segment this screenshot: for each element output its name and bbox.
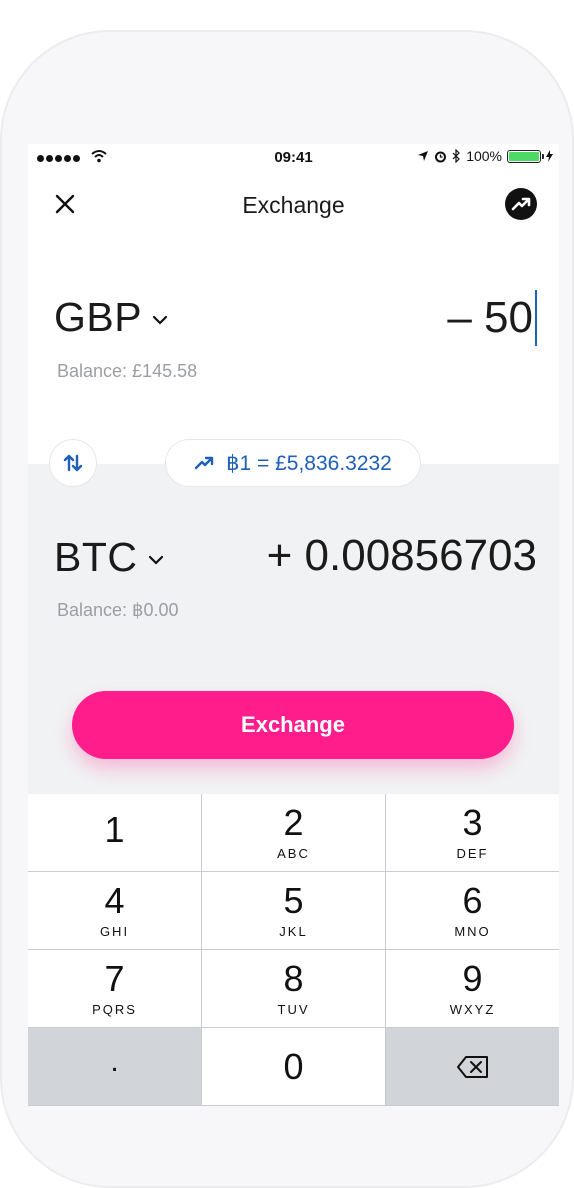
key-letters: JKL [279, 923, 308, 939]
status-bar: 09:41 100% [28, 144, 559, 172]
key-digit: 1 [104, 809, 125, 850]
key-digit: 5 [283, 879, 304, 921]
battery-icon [507, 149, 544, 163]
backspace-icon [456, 1055, 488, 1078]
key-digit: 8 [283, 957, 304, 999]
rate-pill[interactable]: ฿1 = £5,836.3232 [165, 439, 421, 487]
key-9[interactable]: 9 WXYZ [386, 950, 559, 1027]
key-letters: GHI [99, 923, 130, 939]
text-caret [535, 290, 537, 346]
key-7[interactable]: 7 PQRS [28, 950, 201, 1027]
key-letters: WXYZ [449, 1001, 496, 1017]
key-digit: 2 [283, 801, 304, 843]
key-3[interactable]: 3 DEF [386, 794, 559, 871]
backspace-key[interactable] [386, 1028, 559, 1105]
key-digit: 7 [104, 957, 125, 999]
key-digit: 9 [462, 957, 483, 999]
from-currency-selector[interactable]: GBP [54, 294, 168, 341]
key-0[interactable]: 0 [202, 1028, 385, 1105]
from-balance: Balance: £145.58 [57, 361, 198, 381]
alarm-icon [435, 151, 447, 162]
nav-bar: Exchange [28, 184, 559, 224]
charging-icon [546, 150, 553, 162]
status-right: 100% [417, 148, 553, 164]
numeric-keypad: 1 2 ABC 3 DEF 4 GHI 5 JKL 6 MNO 7 PQRS 8… [28, 794, 559, 1106]
key-8[interactable]: 8 TUV [202, 950, 385, 1027]
app-screen: 09:41 100% Exchange GBP – 50 Balance: £1… [28, 144, 559, 1106]
rate-text: ฿1 = £5,836.3232 [226, 451, 392, 475]
key-digit: 6 [462, 879, 483, 921]
key-1[interactable]: 1 [28, 794, 201, 871]
to-amount-value[interactable]: + 0.00856703 [267, 531, 537, 581]
chevron-down-icon [152, 315, 168, 325]
key-6[interactable]: 6 MNO [386, 872, 559, 949]
key-letters: ABC [277, 845, 310, 861]
from-amount-input[interactable]: – 50 [447, 290, 537, 346]
key-digit: 3 [462, 801, 483, 843]
key-letters: TUV [277, 1001, 310, 1017]
key-letters: PQRS [92, 1001, 137, 1017]
swap-icon [63, 454, 83, 472]
key-letters: MNO [454, 923, 491, 939]
key-letters: DEF [456, 845, 489, 861]
trend-icon[interactable] [505, 188, 537, 220]
key-decimal[interactable]: . [28, 1028, 201, 1105]
exchange-button[interactable]: Exchange [72, 691, 514, 759]
from-currency-code: GBP [54, 294, 143, 340]
to-currency-selector[interactable]: BTC [54, 534, 164, 581]
swap-button[interactable] [49, 439, 97, 487]
to-currency-code: BTC [54, 534, 138, 580]
to-balance: Balance: ฿0.00 [57, 600, 179, 620]
key-4[interactable]: 4 GHI [28, 872, 201, 949]
battery-percent: 100% [466, 148, 502, 164]
key-digit: . [110, 1044, 119, 1078]
chevron-down-icon [148, 555, 163, 565]
key-5[interactable]: 5 JKL [202, 872, 385, 949]
key-digit: 0 [283, 1045, 304, 1087]
location-icon [418, 151, 429, 161]
key-2[interactable]: 2 ABC [202, 794, 385, 871]
phone-frame: 09:41 100% Exchange GBP – 50 Balance: £1… [0, 30, 574, 1188]
from-amount-value: – 50 [447, 293, 533, 342]
page-title: Exchange [242, 192, 345, 218]
battery-level [509, 151, 539, 161]
bluetooth-icon [452, 149, 461, 163]
chart-up-icon [194, 456, 214, 470]
key-digit: 4 [104, 879, 125, 921]
